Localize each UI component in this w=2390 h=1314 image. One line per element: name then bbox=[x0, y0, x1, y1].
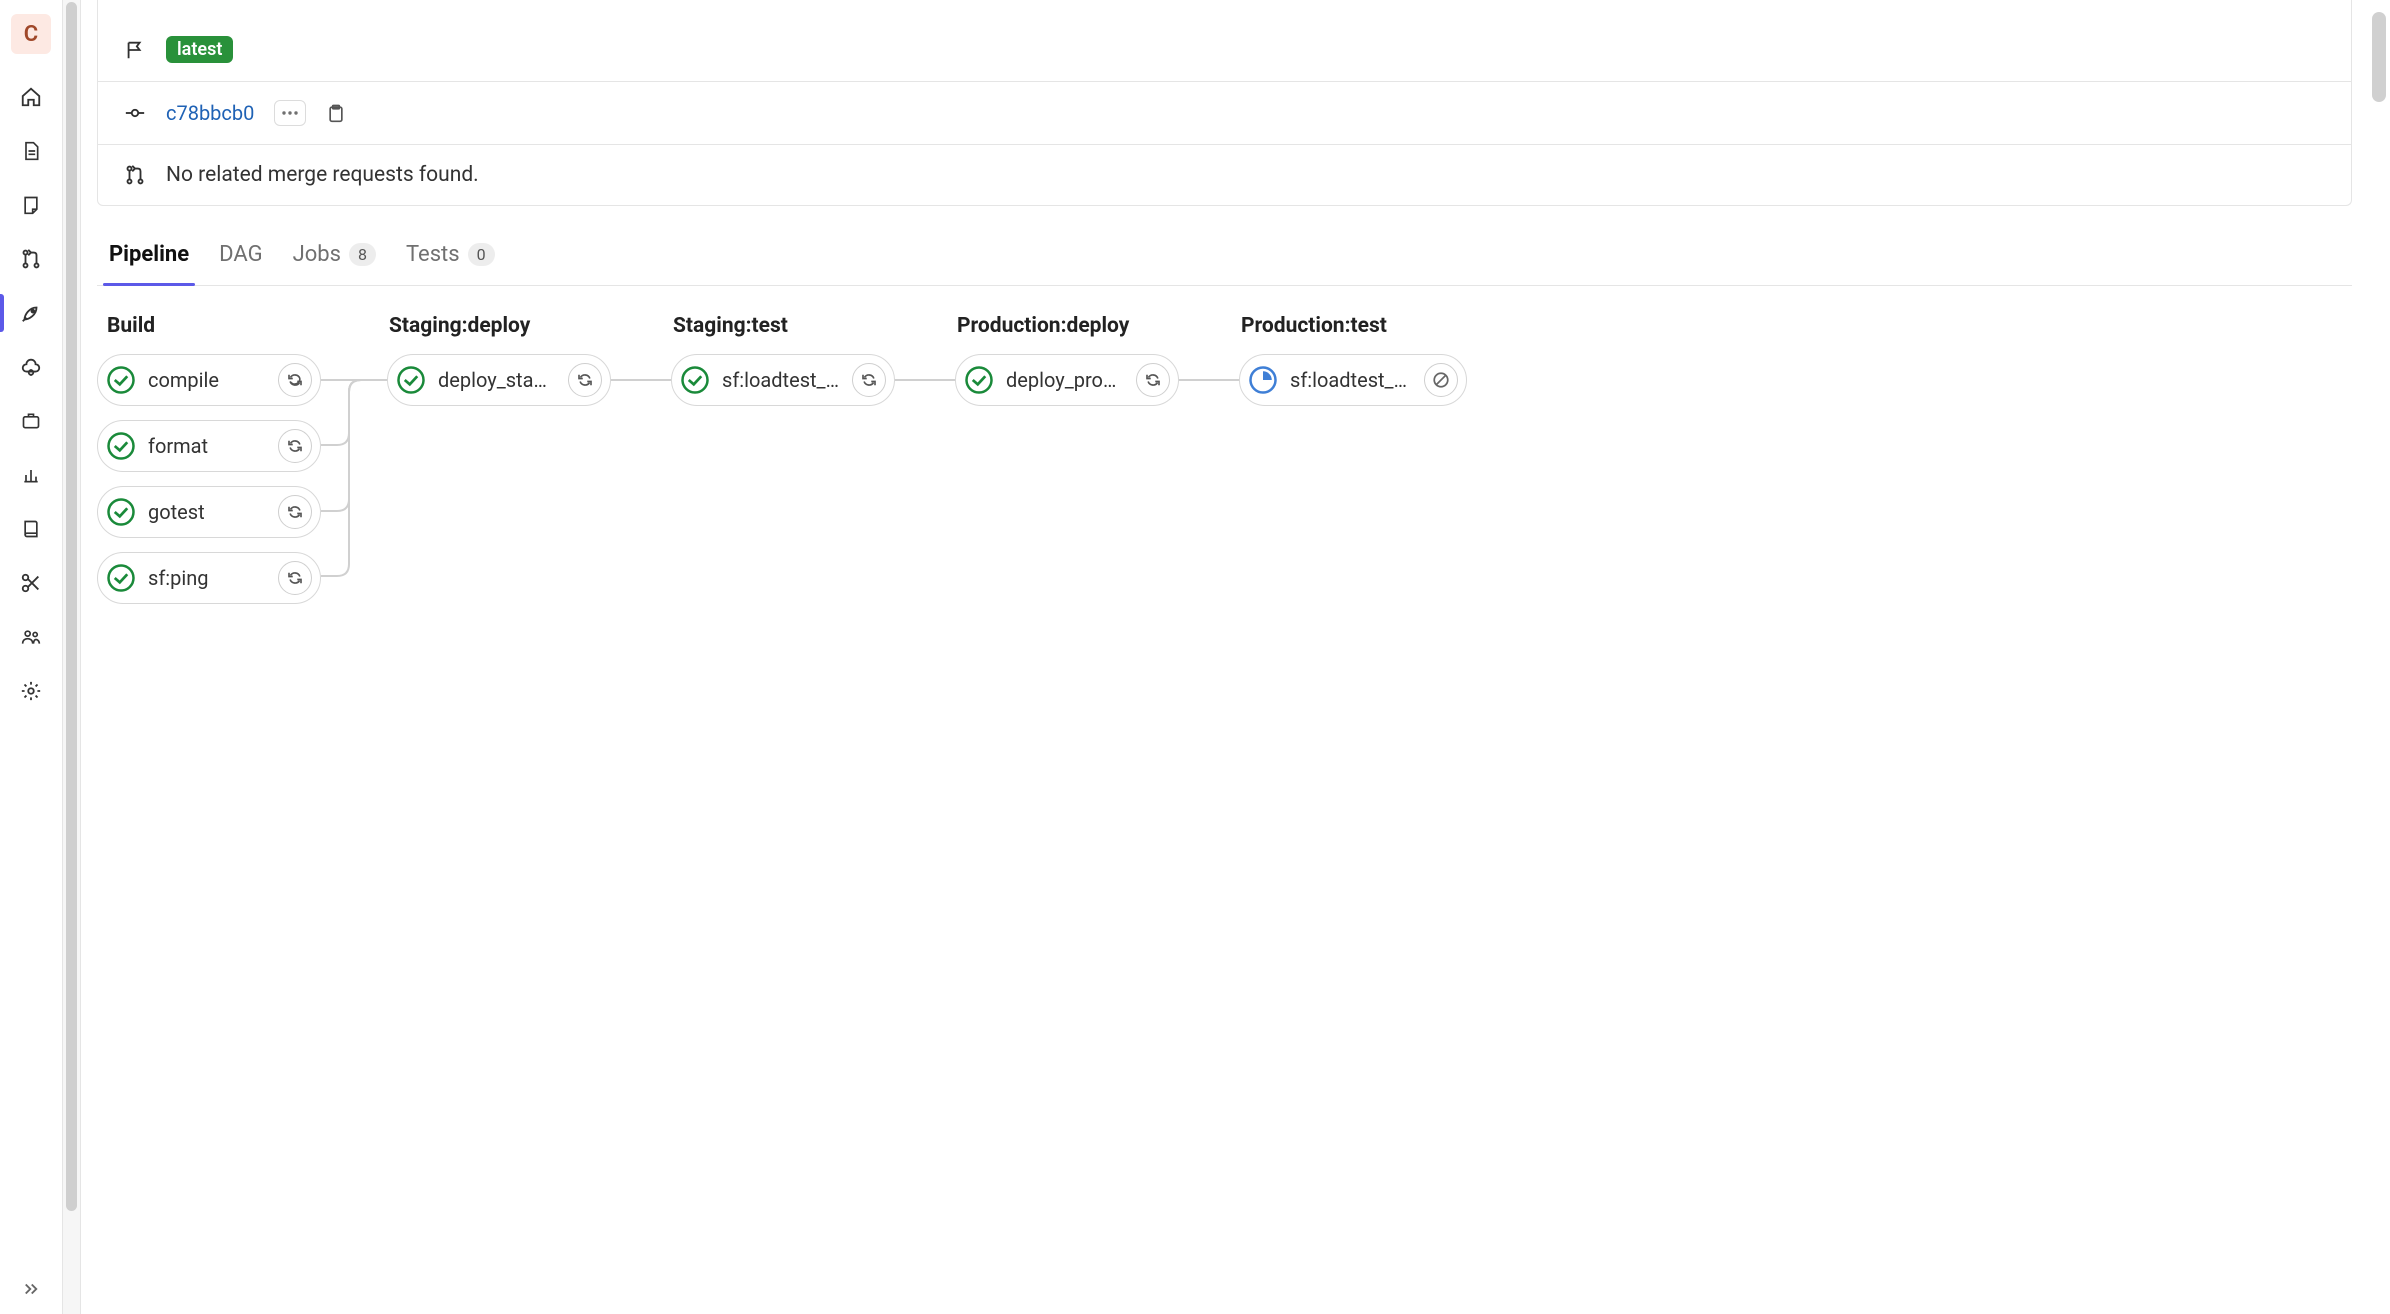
job-sf-loadtest-staging-label: sf:loadtest_sta... bbox=[722, 368, 840, 392]
badge-latest: latest bbox=[166, 36, 233, 63]
job-sfping-label: sf:ping bbox=[148, 566, 266, 590]
rocket-icon bbox=[20, 302, 42, 324]
merge-request-icon bbox=[124, 164, 146, 186]
sidebar-scrollbar[interactable] bbox=[63, 0, 81, 1314]
cloud-cog-icon bbox=[19, 356, 43, 378]
job-cancel-button[interactable] bbox=[1424, 363, 1458, 397]
job-retry-button[interactable] bbox=[1136, 363, 1170, 397]
sidebar-item-wiki[interactable] bbox=[0, 502, 62, 556]
clipboard-icon[interactable] bbox=[326, 102, 346, 124]
commit-sha-link[interactable]: c78bbcb0 bbox=[166, 101, 254, 125]
sidebar-item-members[interactable] bbox=[0, 610, 62, 664]
status-success-icon bbox=[106, 431, 136, 461]
sidebar-item-settings[interactable] bbox=[0, 664, 62, 718]
sidebar-expand[interactable] bbox=[0, 1264, 62, 1314]
job-retry-button[interactable] bbox=[852, 363, 886, 397]
ellipsis-icon bbox=[281, 110, 299, 116]
sidebar-item-deployments[interactable] bbox=[0, 340, 62, 394]
briefcase-icon bbox=[20, 411, 42, 431]
job-compile-label: compile bbox=[148, 368, 266, 392]
sidebar-item-cicd[interactable] bbox=[0, 286, 62, 340]
tab-dag[interactable]: DAG bbox=[217, 230, 264, 285]
merge-request-icon bbox=[20, 248, 42, 270]
main-content: latest c78bbcb0 No related merge request… bbox=[81, 0, 2368, 1314]
tab-tests[interactable]: Tests 0 bbox=[404, 230, 497, 285]
scissors-icon bbox=[20, 572, 42, 594]
job-retry-button[interactable] bbox=[278, 495, 312, 529]
status-running-icon bbox=[1248, 365, 1278, 395]
status-success-icon bbox=[106, 497, 136, 527]
page-scrollbar[interactable] bbox=[2368, 0, 2390, 1314]
gear-icon bbox=[20, 680, 42, 702]
no-mr-text: No related merge requests found. bbox=[166, 163, 479, 187]
job-sfping[interactable]: sf:ping bbox=[97, 552, 321, 604]
pipeline-graph: Build Staging:deploy Staging:test Produc… bbox=[97, 314, 2352, 744]
book-icon bbox=[21, 518, 41, 540]
sidebar-item-repo[interactable] bbox=[0, 124, 62, 178]
home-icon bbox=[20, 86, 42, 108]
file-icon bbox=[21, 140, 41, 162]
sidebar-item-home[interactable] bbox=[0, 70, 62, 124]
chevrons-right-icon bbox=[20, 1280, 42, 1298]
job-sf-loadtest-production-label: sf:loadtest_pro... bbox=[1290, 368, 1412, 392]
job-deploy-production[interactable]: deploy_product... bbox=[955, 354, 1179, 406]
pipeline-tabs: Pipeline DAG Jobs 8 Tests 0 bbox=[97, 230, 2352, 286]
sidebar-item-packages[interactable] bbox=[0, 394, 62, 448]
page-scrollbar-thumb[interactable] bbox=[2372, 12, 2386, 102]
tab-tests-count: 0 bbox=[468, 243, 495, 266]
status-success-icon bbox=[964, 365, 994, 395]
status-success-icon bbox=[396, 365, 426, 395]
job-deploy-production-label: deploy_product... bbox=[1006, 368, 1124, 392]
tab-jobs[interactable]: Jobs 8 bbox=[291, 230, 378, 285]
job-format-label: format bbox=[148, 434, 266, 458]
pipeline-header-card: latest c78bbcb0 No related merge request… bbox=[97, 0, 2352, 206]
job-deploy-staging-label: deploy_staging bbox=[438, 368, 556, 392]
scrollbar-thumb[interactable] bbox=[66, 2, 77, 1211]
job-gotest-label: gotest bbox=[148, 500, 266, 524]
job-deploy-staging[interactable]: deploy_staging bbox=[387, 354, 611, 406]
job-compile[interactable]: compile bbox=[97, 354, 321, 406]
bar-chart-icon bbox=[20, 465, 42, 485]
project-avatar-letter: C bbox=[24, 22, 38, 47]
sidebar-item-issues[interactable] bbox=[0, 178, 62, 232]
sidebar-item-analytics[interactable] bbox=[0, 448, 62, 502]
job-retry-button[interactable] bbox=[278, 363, 312, 397]
sidebar-item-merge-requests[interactable] bbox=[0, 232, 62, 286]
job-format[interactable]: format bbox=[97, 420, 321, 472]
status-success-icon bbox=[680, 365, 710, 395]
tab-pipeline[interactable]: Pipeline bbox=[107, 230, 191, 285]
job-sf-loadtest-production[interactable]: sf:loadtest_pro... bbox=[1239, 354, 1467, 406]
header-row-commit: c78bbcb0 bbox=[98, 81, 2351, 144]
job-retry-button[interactable] bbox=[278, 429, 312, 463]
job-sf-loadtest-staging[interactable]: sf:loadtest_sta... bbox=[671, 354, 895, 406]
commit-expand-button[interactable] bbox=[274, 100, 306, 126]
note-icon bbox=[21, 194, 41, 216]
tab-pipeline-label: Pipeline bbox=[109, 242, 189, 267]
status-success-icon bbox=[106, 365, 136, 395]
commit-icon bbox=[124, 107, 146, 119]
sidebar: C bbox=[0, 0, 63, 1314]
tab-jobs-label: Jobs bbox=[293, 242, 341, 267]
job-gotest[interactable]: gotest bbox=[97, 486, 321, 538]
job-retry-button[interactable] bbox=[568, 363, 602, 397]
header-row-mr: No related merge requests found. bbox=[98, 144, 2351, 205]
sidebar-item-snippets[interactable] bbox=[0, 556, 62, 610]
job-retry-button[interactable] bbox=[278, 561, 312, 595]
members-icon bbox=[19, 627, 43, 647]
status-success-icon bbox=[106, 563, 136, 593]
tab-tests-label: Tests bbox=[406, 242, 460, 267]
flag-icon bbox=[124, 39, 146, 61]
tab-dag-label: DAG bbox=[219, 242, 262, 267]
project-avatar[interactable]: C bbox=[11, 14, 51, 54]
tab-jobs-count: 8 bbox=[349, 243, 376, 266]
header-row-badge: latest bbox=[98, 0, 2351, 81]
